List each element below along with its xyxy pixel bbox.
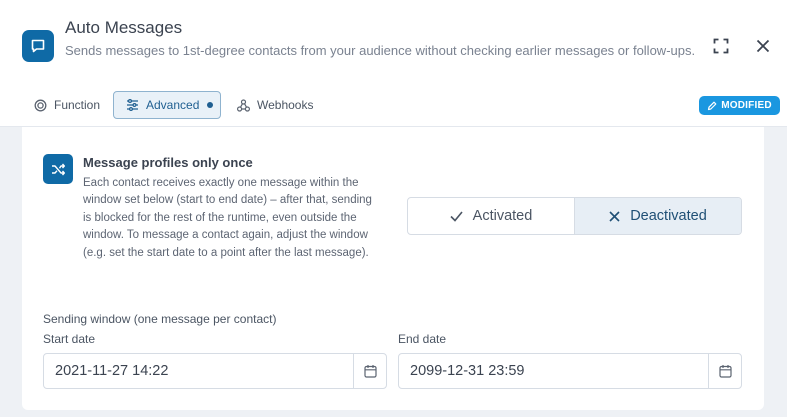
tab-function[interactable]: Function xyxy=(34,91,100,119)
end-date-calendar-button[interactable] xyxy=(708,354,741,388)
shuffle-icon xyxy=(43,154,73,184)
section-title: Message profiles only once xyxy=(83,155,253,170)
check-icon xyxy=(450,210,463,222)
end-date-input[interactable] xyxy=(399,354,708,388)
page-subtitle: Sends messages to 1st-degree contacts fr… xyxy=(65,43,696,58)
header: Auto Messages Sends messages to 1st-degr… xyxy=(0,0,787,127)
tab-webhooks[interactable]: Webhooks xyxy=(237,91,313,119)
deactivated-option[interactable]: Deactivated xyxy=(574,198,741,234)
start-date-field xyxy=(43,353,387,389)
sliders-icon xyxy=(127,99,138,111)
start-date-calendar-button[interactable] xyxy=(353,354,386,388)
webhook-icon xyxy=(237,98,250,112)
deactivated-label: Deactivated xyxy=(630,208,707,224)
calendar-icon xyxy=(718,365,732,378)
start-date-label: Start date xyxy=(43,332,96,346)
sending-window-label: Sending window (one message per contact) xyxy=(43,312,277,326)
pencil-icon xyxy=(708,101,717,110)
end-date-label: End date xyxy=(398,332,447,346)
target-icon xyxy=(34,99,47,111)
close-icon xyxy=(756,39,770,53)
tab-label: Function xyxy=(54,98,101,112)
unsaved-dot xyxy=(207,102,214,108)
expand-button[interactable] xyxy=(711,36,731,56)
end-date-field xyxy=(398,353,742,389)
activation-toggle: Activated Deactivated xyxy=(407,197,742,235)
section-description: Each contact receives exactly one messag… xyxy=(83,177,372,259)
x-icon xyxy=(609,210,620,222)
badge-label: MODIFIED xyxy=(721,100,772,111)
close-button[interactable] xyxy=(753,36,773,56)
chat-bubble-icon xyxy=(22,30,54,62)
activated-option[interactable]: Activated xyxy=(408,198,574,234)
calendar-icon xyxy=(363,365,377,378)
tab-label: Webhooks xyxy=(257,98,314,112)
modified-badge: MODIFIED xyxy=(699,96,780,115)
page-title: Auto Messages xyxy=(65,18,183,37)
tab-advanced[interactable]: Advanced xyxy=(113,91,221,119)
tab-bar: Function Advanced Webhooks xyxy=(0,91,787,119)
expand-icon xyxy=(713,38,729,54)
start-date-input[interactable] xyxy=(44,354,353,388)
activated-label: Activated xyxy=(472,208,533,224)
tab-label: Advanced xyxy=(146,98,200,112)
